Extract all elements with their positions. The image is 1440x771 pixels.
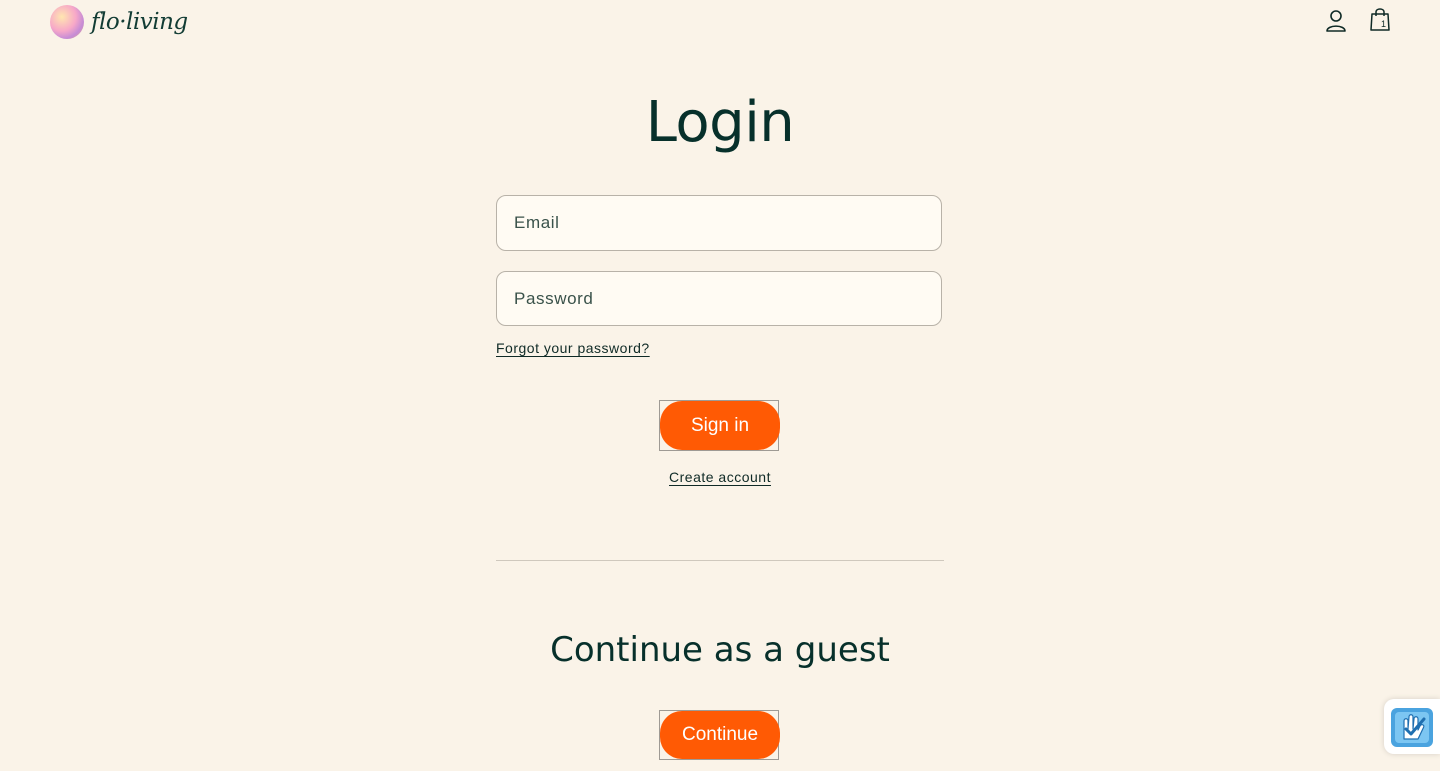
continue-button[interactable]: Continue — [660, 711, 780, 759]
accessibility-widget[interactable] — [1384, 699, 1440, 754]
logo[interactable]: flo·living — [50, 5, 188, 39]
account-button[interactable] — [1323, 7, 1349, 35]
accessibility-hand-icon — [1391, 708, 1433, 747]
email-input[interactable] — [497, 196, 941, 250]
continue-button-frame: Continue — [659, 710, 780, 760]
logo-text: flo·living — [91, 9, 188, 35]
create-account-link[interactable]: Create account — [669, 469, 771, 485]
divider — [496, 560, 944, 561]
create-account-row: Create account — [0, 469, 1440, 485]
password-input[interactable] — [497, 272, 941, 325]
sign-in-button-frame: Sign in — [659, 400, 780, 451]
guest-title: Continue as a guest — [550, 630, 890, 670]
logo-orb-icon — [50, 5, 84, 39]
shopping-bag-icon — [1370, 8, 1390, 31]
email-field[interactable] — [496, 195, 942, 251]
site-header: flo·living 1 — [0, 0, 1440, 44]
forgot-password-link[interactable]: Forgot your password? — [496, 340, 650, 356]
user-icon — [1326, 10, 1346, 32]
password-field[interactable] — [496, 271, 942, 326]
page-title: Login — [645, 90, 795, 155]
cart-count-badge: 1 — [1381, 19, 1387, 29]
sign-in-button[interactable]: Sign in — [660, 401, 780, 450]
cart-button[interactable]: 1 — [1367, 5, 1393, 33]
